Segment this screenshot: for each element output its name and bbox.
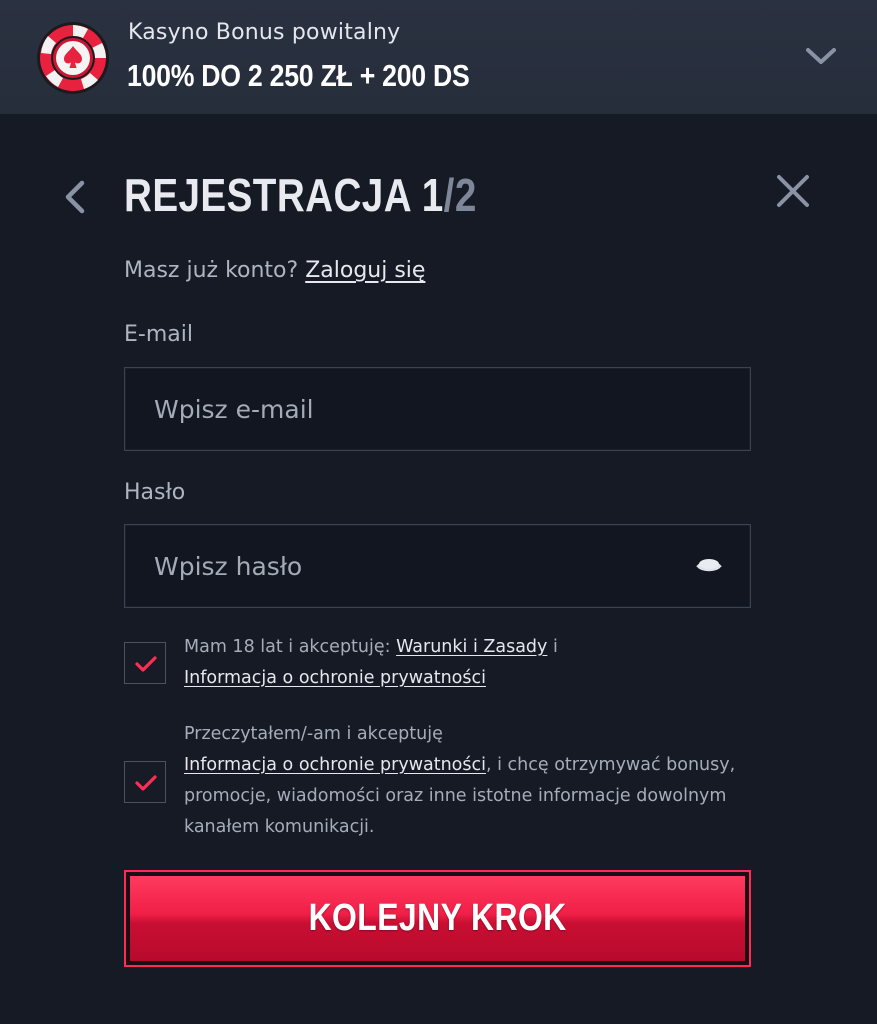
email-label: E-mail (124, 322, 193, 347)
marketing-consent-text: Przeczytałem/-am i akceptuję Informacja … (184, 719, 754, 843)
title-step-total: 2 (454, 169, 477, 221)
password-input[interactable] (125, 525, 750, 607)
consent2-intro: Przeczytałem/-am i akceptuję (184, 724, 443, 744)
next-step-button-face: KOLEJNY KROK (130, 876, 745, 961)
privacy-link-2[interactable]: Informacja o ochronie prywatności (184, 755, 486, 775)
terms-link[interactable]: Warunki i Zasady (396, 637, 547, 657)
login-link[interactable]: Zaloguj się (305, 258, 425, 283)
email-field-box (124, 367, 751, 451)
password-field-box (124, 524, 751, 608)
banner-bonus-title: 100% DO 2 250 ZŁ + 200 DS (127, 58, 470, 93)
privacy-link[interactable]: Informacja o ochronie prywatności (184, 668, 486, 688)
consent1-text: Mam 18 lat i akceptuję: (184, 637, 397, 657)
next-step-label: KOLEJNY KROK (308, 897, 567, 939)
close-icon[interactable] (774, 172, 812, 210)
consent1-and: i (547, 637, 558, 657)
poker-chip-icon (37, 22, 109, 94)
welcome-bonus-banner[interactable]: Kasyno Bonus powitalny 100% DO 2 250 ZŁ … (0, 0, 877, 114)
eye-icon[interactable] (694, 555, 724, 579)
chevron-left-icon[interactable] (60, 178, 90, 216)
marketing-consent-checkbox[interactable] (124, 761, 166, 803)
title-main: REJESTRACJA 1 (124, 169, 444, 221)
age-terms-checkbox[interactable] (124, 642, 166, 684)
banner-subtitle: Kasyno Bonus powitalny (128, 20, 401, 45)
password-label: Hasło (124, 480, 186, 505)
login-prompt: Masz już konto? (124, 258, 299, 283)
checkmark-icon (135, 775, 157, 791)
next-step-button[interactable]: KOLEJNY KROK (124, 870, 751, 967)
age-terms-text: Mam 18 lat i akceptuję: Warunki i Zasady… (184, 632, 754, 694)
page-title: REJESTRACJA 1/2 (124, 168, 477, 222)
title-separator: / (443, 169, 455, 221)
chevron-down-icon[interactable] (804, 44, 838, 68)
login-prompt-line: Masz już konto? Zaloguj się (124, 258, 425, 283)
checkmark-icon (135, 656, 157, 672)
email-input[interactable] (125, 368, 750, 450)
